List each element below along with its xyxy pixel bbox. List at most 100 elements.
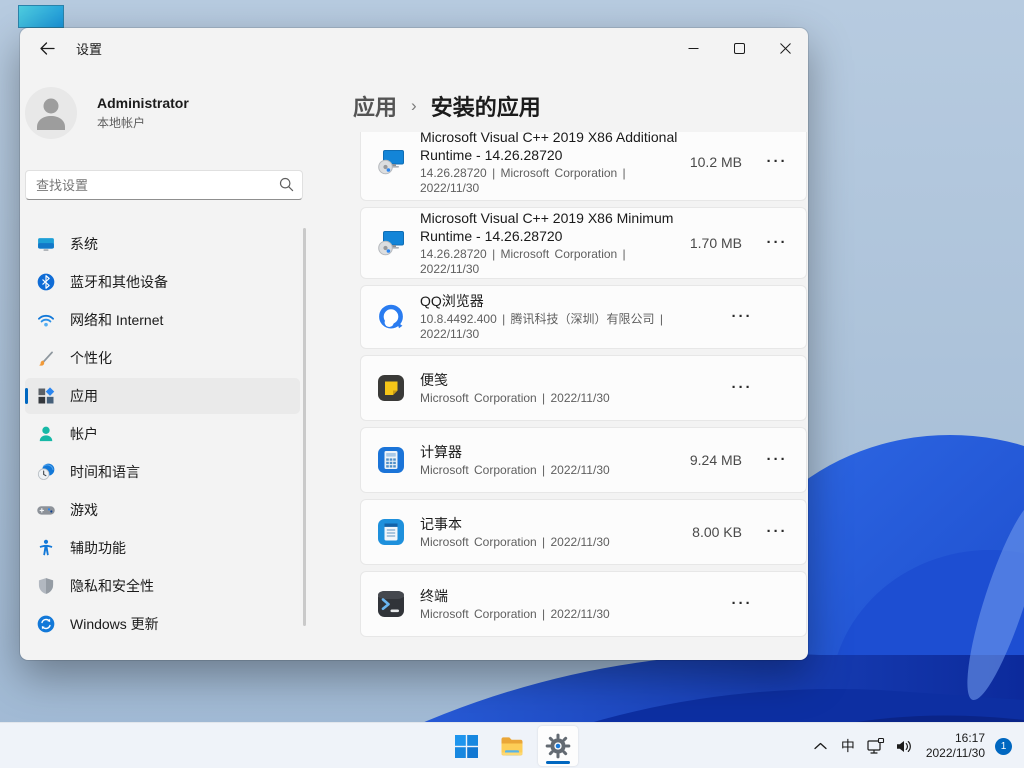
back-button[interactable] [30,33,64,63]
app-name: Microsoft Visual C++ 2019 X86 Additional… [420,132,690,164]
app-row-qq-browser[interactable]: QQ浏览器 10.8.4492.400 | 腾讯科技（深圳）有限公司 | 202… [360,285,807,349]
main-content: 应用 › 安装的应用 Microsoft Visual C++ 2019 X86… [330,68,808,660]
minimize-icon [688,43,699,54]
taskbar: 中 16:17 2022/11/30 1 [0,722,1024,768]
app-row-vc-minimum[interactable]: Microsoft Visual C++ 2019 X86 Minimum Ru… [360,207,807,279]
sidebar-item-bluetooth-devices[interactable]: 蓝牙和其他设备 [25,264,300,300]
chevron-up-icon [814,742,827,750]
breadcrumb-separator-icon: › [411,96,417,116]
sidebar-item-network-internet[interactable]: 网络和 Internet [25,302,300,338]
profile[interactable]: Administrator 本地帐户 [25,87,189,139]
clock[interactable]: 16:17 2022/11/30 [926,731,985,761]
app-size: 10.2 MB [690,154,742,170]
notification-badge[interactable]: 1 [995,738,1012,755]
app-size: 9.24 MB [690,452,742,468]
bluetooth-icon [36,272,56,292]
start-button[interactable] [446,726,486,766]
app-meta-line1: Microsoft Corporation | 2022/11/30 [420,463,690,478]
sidebar: Administrator 本地帐户 系统 蓝牙和其他设备 网络和 Intern… [20,68,330,660]
sidebar-item-gaming[interactable]: 游戏 [25,492,300,528]
vc-runtime-icon [376,228,406,258]
search-row [25,170,303,200]
apps-icon [36,386,56,406]
close-button[interactable] [762,28,808,68]
app-more-button[interactable]: ··· [760,447,794,473]
app-row-terminal[interactable]: 终端 Microsoft Corporation | 2022/11/30 ··… [360,571,807,637]
settings-window: 设置 [20,28,808,660]
breadcrumb: 应用 › 安装的应用 [353,90,541,122]
network-tray-button[interactable] [862,726,890,766]
settings-taskbar-button[interactable] [538,726,578,766]
gaming-icon [36,500,56,520]
app-more-button[interactable]: ··· [760,230,794,256]
app-name: Microsoft Visual C++ 2019 X86 Minimum Ru… [420,209,690,245]
back-arrow-icon [40,42,55,55]
maximize-icon [734,43,745,54]
app-name: 终端 [420,587,725,605]
app-more-button[interactable]: ··· [760,519,794,545]
app-name: 记事本 [420,515,692,533]
profile-name: Administrator [97,95,189,111]
breadcrumb-root[interactable]: 应用 [353,90,397,122]
sidebar-item-accounts[interactable]: 帐户 [25,416,300,452]
app-meta-line1: 14.26.28720 | Microsoft Corporation | [420,247,690,262]
app-meta-line2: 2022/11/30 [420,327,725,342]
window-controls [670,28,808,68]
system-icon [36,234,56,254]
sidebar-item-accessibility[interactable]: 辅助功能 [25,530,300,566]
search-icon [279,177,294,192]
window-title: 设置 [76,39,102,58]
app-meta-line1: Microsoft Corporation | 2022/11/30 [420,607,725,622]
speaker-icon [894,737,913,756]
app-more-button[interactable]: ··· [725,375,759,401]
windows-update-icon [36,614,56,634]
qq-browser-icon [376,302,406,332]
sticky-notes-icon [376,373,406,403]
app-size: 8.00 KB [692,524,742,540]
search-input[interactable] [25,170,303,200]
app-more-button[interactable]: ··· [725,304,759,330]
taskbar-center [446,726,578,766]
settings-gear-icon [545,733,571,759]
sidebar-nav: 系统 蓝牙和其他设备 网络和 Internet 个性化 应用 帐户 时间和语言 … [20,224,330,644]
sidebar-item-privacy-security[interactable]: 隐私和安全性 [25,568,300,604]
sidebar-item-apps[interactable]: 应用 [25,378,300,414]
tray-overflow-button[interactable] [808,726,834,766]
app-more-button[interactable]: ··· [725,591,759,617]
clock-time: 16:17 [926,731,985,746]
network-icon [36,310,56,330]
desktop: 设置 [0,0,1024,768]
notepad-icon [376,517,406,547]
app-row-sticky-notes[interactable]: 便笺 Microsoft Corporation | 2022/11/30 ··… [360,355,807,421]
avatar [25,87,77,139]
ime-indicator[interactable]: 中 [834,726,862,766]
minimize-button[interactable] [670,28,716,68]
file-explorer-button[interactable] [492,726,532,766]
sidebar-item-time-language[interactable]: 时间和语言 [25,454,300,490]
system-tray: 中 16:17 2022/11/30 1 [808,723,1012,768]
sidebar-item-personalization[interactable]: 个性化 [25,340,300,376]
desktop-icon-partial[interactable] [18,5,64,28]
clock-date: 2022/11/30 [926,746,985,761]
sidebar-item-system[interactable]: 系统 [25,226,300,262]
app-meta-line1: 10.8.4492.400 | 腾讯科技（深圳）有限公司 | [420,312,725,327]
app-meta-line2: 2022/11/30 [420,181,690,196]
time-language-icon [36,462,56,482]
close-icon [780,43,791,54]
accounts-icon [36,424,56,444]
app-row-vc-additional[interactable]: Microsoft Visual C++ 2019 X86 Additional… [360,132,807,201]
accessibility-icon [36,538,56,558]
app-name: 便笺 [420,371,725,389]
app-more-button[interactable]: ··· [760,149,794,175]
wired-network-icon [866,737,885,756]
vc-runtime-icon [376,147,406,177]
volume-tray-button[interactable] [890,726,918,766]
privacy-icon [36,576,56,596]
maximize-button[interactable] [716,28,762,68]
app-meta-line1: 14.26.28720 | Microsoft Corporation | [420,166,690,181]
sidebar-item-windows-update[interactable]: Windows 更新 [25,606,300,642]
app-name: QQ浏览器 [420,292,725,310]
app-row-notepad[interactable]: 记事本 Microsoft Corporation | 2022/11/30 8… [360,499,807,565]
app-row-calculator[interactable]: 计算器 Microsoft Corporation | 2022/11/30 9… [360,427,807,493]
sidebar-scrollbar[interactable] [303,228,306,626]
